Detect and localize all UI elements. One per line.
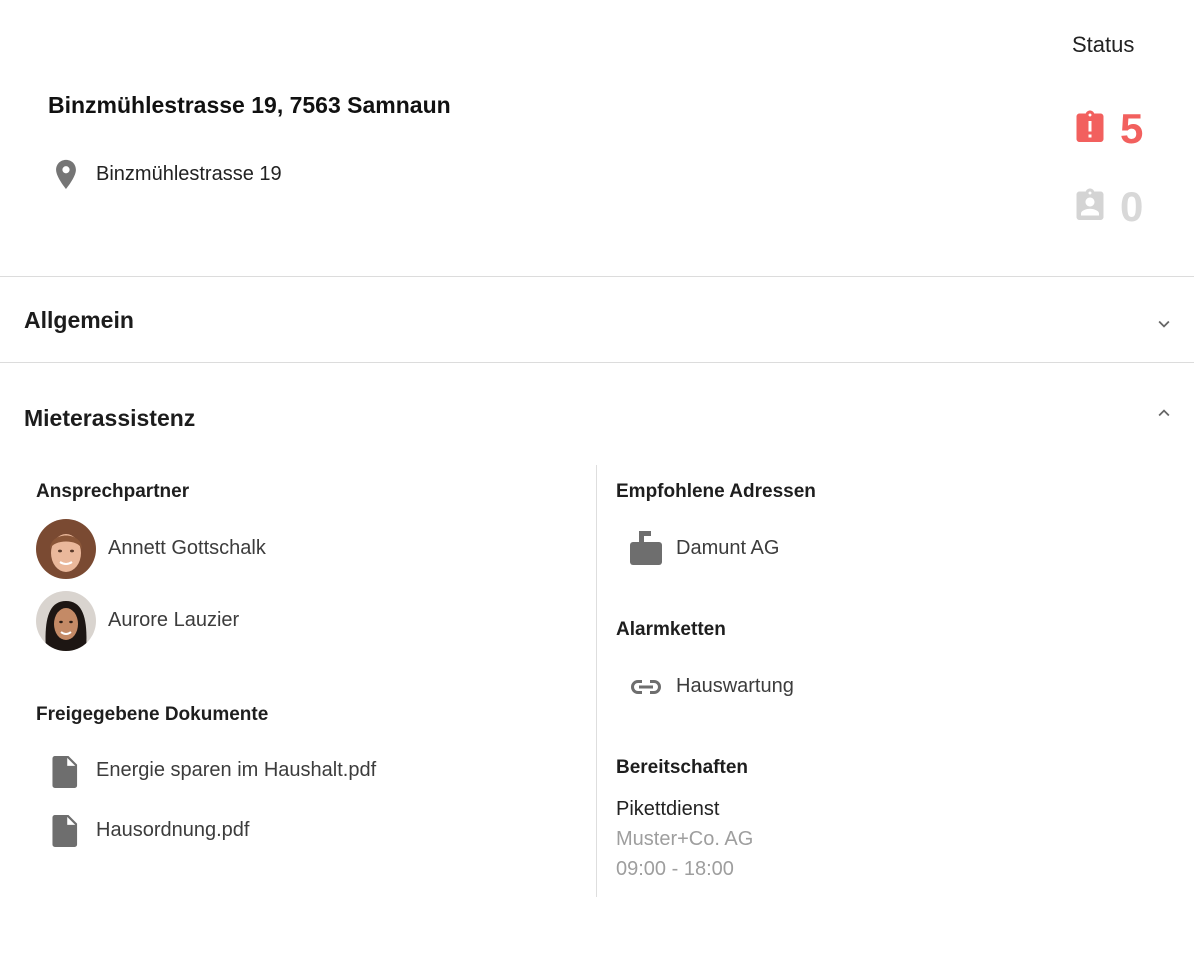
chevron-down-icon[interactable]: [1153, 313, 1175, 335]
section-general-header[interactable]: Allgemein: [24, 307, 134, 334]
clipboard-alert-icon: [1072, 109, 1108, 150]
document-link[interactable]: Energie sparen im Haushalt.pdf: [96, 759, 376, 782]
closed-count: 0: [1120, 183, 1144, 230]
recommended-heading: Empfohlene Adressen: [616, 481, 816, 502]
standby-hours: 09:00 - 18:00: [616, 858, 734, 880]
location-address: Binzmühlestrasse 19: [96, 163, 282, 185]
standby-company: Muster+Co. AG: [616, 828, 754, 850]
divider: [0, 362, 1194, 363]
status-label: Status: [1072, 32, 1135, 57]
document-link[interactable]: Hausordnung.pdf: [96, 819, 249, 842]
column-divider: [596, 465, 597, 897]
section-tenant-assist-header[interactable]: Mieterassistenz: [24, 405, 195, 432]
chevron-up-icon[interactable]: [1153, 402, 1175, 424]
closed-tickets-status[interactable]: 0: [1072, 182, 1143, 232]
contact-name[interactable]: Annett Gottschalk: [108, 537, 266, 560]
avatar: [36, 519, 96, 579]
file-icon: [52, 756, 80, 793]
open-tickets-status[interactable]: 5: [1072, 104, 1143, 154]
documents-heading: Freigegebene Dokumente: [36, 704, 269, 725]
avatar: [36, 591, 96, 651]
contacts-heading: Ansprechpartner: [36, 481, 190, 502]
file-icon: [52, 815, 80, 852]
divider: [0, 276, 1194, 277]
open-count: 5: [1120, 105, 1144, 152]
property-title: Binzmühlestrasse 19, 7563 Samnaun: [48, 92, 451, 118]
business-icon: [630, 531, 662, 570]
recommended-address-link[interactable]: Damunt AG: [676, 537, 779, 560]
standby-service: Pikettdienst: [616, 798, 720, 820]
alarm-chains-heading: Alarmketten: [616, 619, 726, 640]
contact-name[interactable]: Aurore Lauzier: [108, 609, 239, 632]
clipboard-account-icon: [1072, 187, 1108, 228]
location-pin-icon: [52, 158, 80, 192]
link-icon: [629, 676, 663, 703]
standby-heading: Bereitschaften: [616, 757, 748, 778]
alarm-chain-link[interactable]: Hauswartung: [676, 675, 794, 698]
